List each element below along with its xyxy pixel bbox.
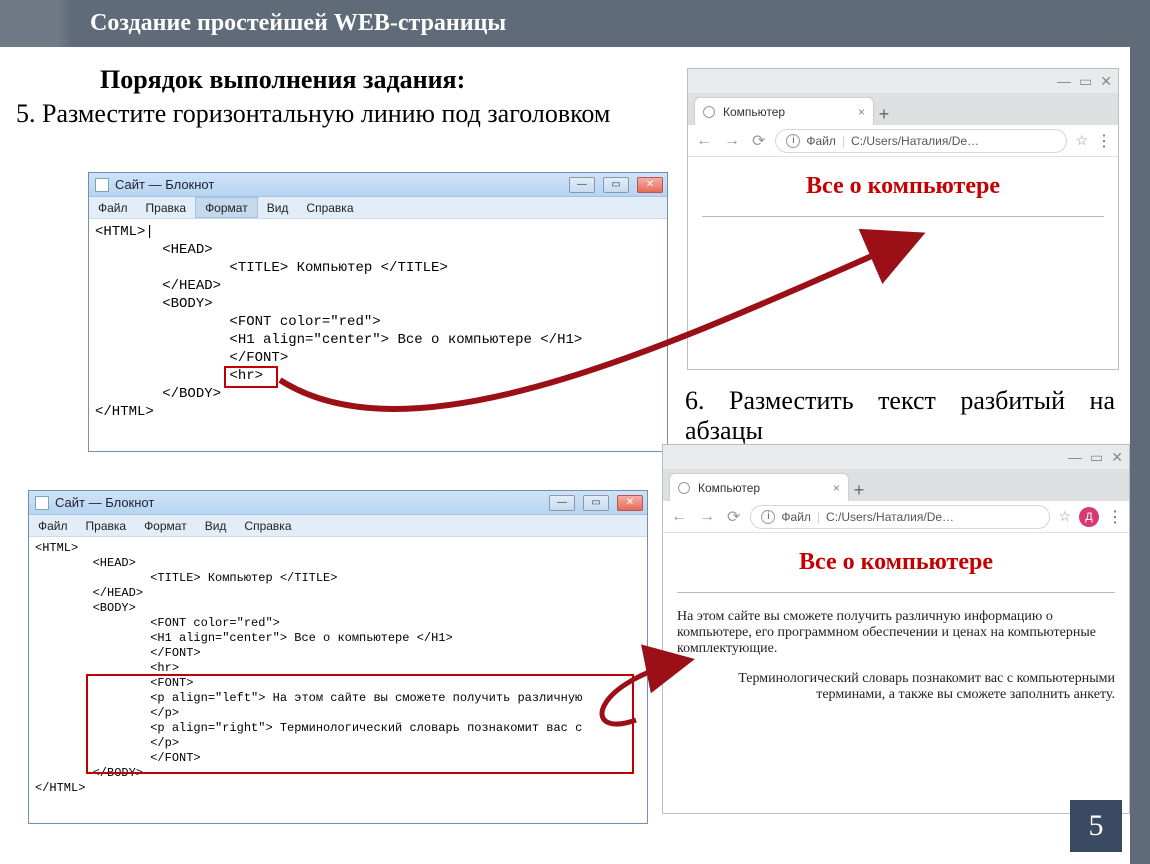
new-tab-button[interactable]: + <box>849 480 869 501</box>
browser-window-1: — ▭ ✕ Компьютер × + ← → ⟳ i Файл | C:/Us… <box>687 68 1119 370</box>
highlight-hr <box>224 366 278 388</box>
minimize-icon[interactable]: — <box>1057 73 1071 89</box>
step6-text: 6. Разместить текст разбитый на абзацы <box>685 386 1115 446</box>
menu-file[interactable]: Файл <box>29 515 77 536</box>
menu-file[interactable]: Файл <box>89 197 137 218</box>
menu-icon[interactable]: ⋮ <box>1107 507 1123 527</box>
file-prefix: Файл <box>781 510 811 524</box>
bookmark-icon[interactable]: ☆ <box>1075 132 1088 149</box>
slide-stripe <box>1130 46 1150 864</box>
maximize-icon[interactable]: ▭ <box>1079 73 1092 90</box>
close-icon[interactable]: ✕ <box>1111 449 1123 466</box>
menu-help[interactable]: Справка <box>297 197 362 218</box>
menubar: Файл Правка Формат Вид Справка <box>29 515 647 537</box>
slide-header: Создание простейшей WEB-страницы <box>0 0 1150 47</box>
browser-frame: — ▭ ✕ <box>663 445 1129 469</box>
minimize-button[interactable]: — <box>549 495 575 511</box>
code-editor[interactable]: <HTML>| <HEAD> <TITLE> Компьютер </TITLE… <box>89 219 667 425</box>
file-prefix: Файл <box>806 134 836 148</box>
para-right: Терминологический словарь познакомит вас… <box>677 671 1115 703</box>
rendered-page: Все о компьютере <box>688 157 1118 249</box>
browser-window-2: — ▭ ✕ Компьютер × + ← → ⟳ i Файл | C:/Us… <box>662 444 1130 814</box>
maximize-button[interactable]: ▭ <box>603 177 629 193</box>
menubar: Файл Правка Формат Вид Справка <box>89 197 667 219</box>
tab-title: Компьютер <box>698 481 760 495</box>
address-bar: ← → ⟳ i Файл | C:/Users/Наталия/De… ☆ ⋮ <box>688 125 1118 157</box>
forward-button[interactable]: → <box>697 508 717 526</box>
window-title: Сайт — Блокнот <box>55 495 154 510</box>
tab-strip: Компьютер × + <box>688 93 1118 125</box>
menu-help[interactable]: Справка <box>235 515 300 536</box>
globe-icon <box>703 106 715 118</box>
new-tab-button[interactable]: + <box>874 104 894 125</box>
hr-line <box>677 592 1115 593</box>
menu-view[interactable]: Вид <box>196 515 236 536</box>
reload-button[interactable]: ⟳ <box>750 131 767 151</box>
avatar[interactable]: Д <box>1079 507 1099 527</box>
url-path: C:/Users/Наталия/De… <box>851 134 979 148</box>
menu-icon[interactable]: ⋮ <box>1096 131 1112 151</box>
bookmark-icon[interactable]: ☆ <box>1058 508 1071 525</box>
step5-text: 5. Разместите горизонтальную линию под з… <box>16 99 656 129</box>
address-bar: ← → ⟳ i Файл | C:/Users/Наталия/De… ☆ Д … <box>663 501 1129 533</box>
window-title: Сайт — Блокнот <box>115 177 214 192</box>
menu-edit[interactable]: Правка <box>137 197 196 218</box>
back-button[interactable]: ← <box>694 132 714 150</box>
url-field[interactable]: i Файл | C:/Users/Наталия/De… <box>750 505 1050 529</box>
rendered-page: Все о компьютере На этом сайте вы сможет… <box>663 533 1129 733</box>
menu-edit[interactable]: Правка <box>77 515 136 536</box>
browser-tab[interactable]: Компьютер × <box>669 473 849 501</box>
maximize-button[interactable]: ▭ <box>583 495 609 511</box>
page-number: 5 <box>1070 800 1122 852</box>
close-button[interactable]: ✕ <box>617 495 643 511</box>
url-field[interactable]: i Файл | C:/Users/Наталия/De… <box>775 129 1067 153</box>
back-button[interactable]: ← <box>669 508 689 526</box>
info-icon: i <box>761 510 775 524</box>
slide-title: Создание простейшей WEB-страницы <box>90 10 506 36</box>
tab-close-icon[interactable]: × <box>833 481 840 495</box>
hr-line <box>702 216 1104 217</box>
notepad-window-1: Сайт — Блокнот — ▭ ✕ Файл Правка Формат … <box>88 172 668 452</box>
info-icon: i <box>786 134 800 148</box>
globe-icon <box>678 482 690 494</box>
reload-button[interactable]: ⟳ <box>725 507 742 527</box>
browser-frame: — ▭ ✕ <box>688 69 1118 93</box>
browser-tab[interactable]: Компьютер × <box>694 97 874 125</box>
tab-close-icon[interactable]: × <box>858 105 865 119</box>
highlight-paragraphs <box>86 674 634 774</box>
close-icon[interactable]: ✕ <box>1100 73 1112 90</box>
minimize-button[interactable]: — <box>569 177 595 193</box>
tab-strip: Компьютер × + <box>663 469 1129 501</box>
menu-view[interactable]: Вид <box>258 197 298 218</box>
forward-button[interactable]: → <box>722 132 742 150</box>
page-heading: Все о компьютере <box>677 549 1115 576</box>
titlebar: Сайт — Блокнот — ▭ ✕ <box>89 173 667 197</box>
notepad-icon <box>35 496 49 510</box>
url-path: C:/Users/Наталия/De… <box>826 510 954 524</box>
tab-title: Компьютер <box>723 105 785 119</box>
menu-format[interactable]: Формат <box>135 515 196 536</box>
notepad-icon <box>95 178 109 192</box>
page-heading: Все о компьютере <box>702 173 1104 200</box>
close-button[interactable]: ✕ <box>637 177 663 193</box>
menu-format[interactable]: Формат <box>195 197 258 218</box>
titlebar: Сайт — Блокнот — ▭ ✕ <box>29 491 647 515</box>
minimize-icon[interactable]: — <box>1068 449 1082 465</box>
maximize-icon[interactable]: ▭ <box>1090 449 1103 466</box>
para-left: На этом сайте вы сможете получить различ… <box>677 609 1115 657</box>
